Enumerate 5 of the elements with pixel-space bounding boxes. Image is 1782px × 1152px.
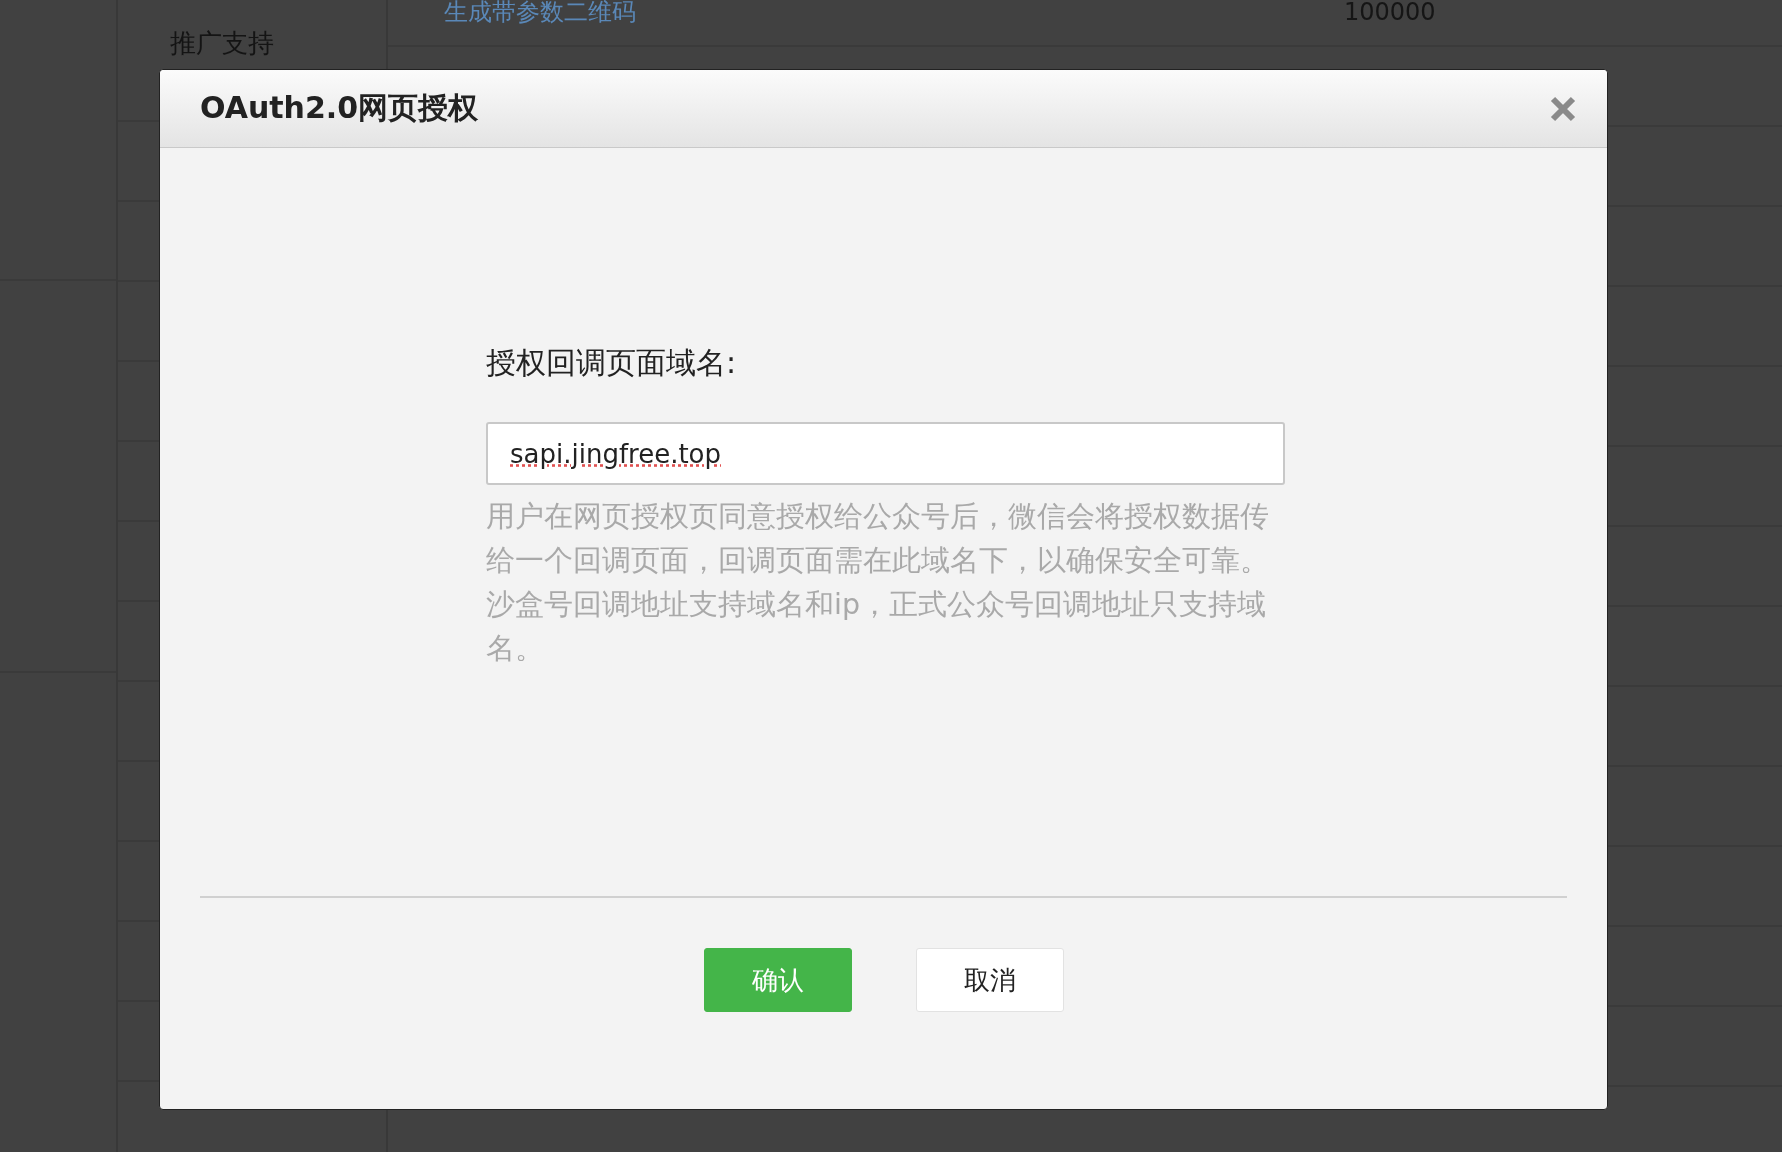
dialog-title: OAuth2.0网页授权: [200, 89, 479, 127]
hint-text: 用户在网页授权页同意授权给公众号后，微信会将授权数据传给一个回调页面，回调页面需在此域名下，以确保安全可靠。沙盒号回调地址支持域名和ip，正式公众号回调地址只支持域名。: [486, 499, 1270, 667]
domain-input-field[interactable]: sapi.jingfree.top: [486, 422, 1285, 485]
field-label: 授权回调页面域名:: [486, 344, 738, 382]
cancel-button[interactable]: 取消: [915, 948, 1064, 1012]
